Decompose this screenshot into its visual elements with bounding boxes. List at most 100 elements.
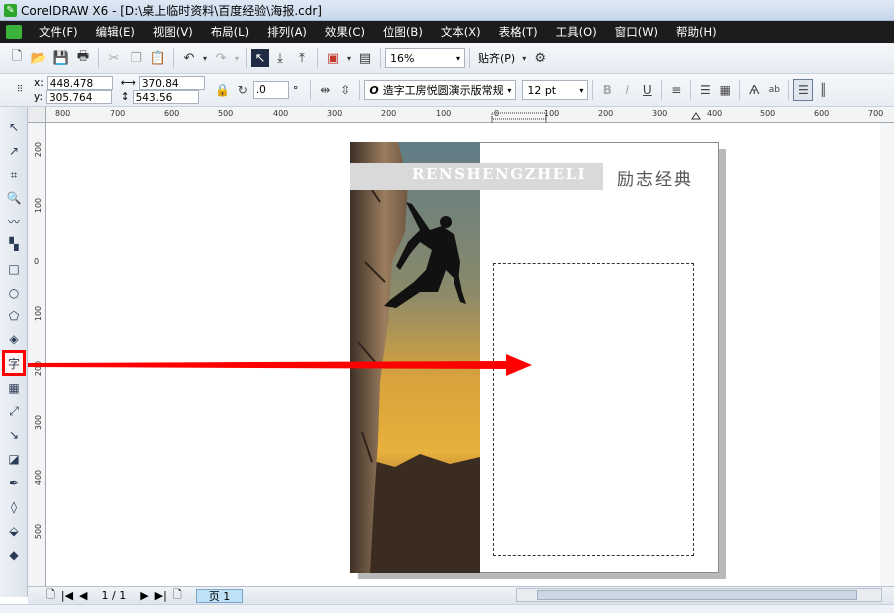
paragraph-text-frame[interactable] xyxy=(493,263,694,556)
scrollbar-thumb[interactable] xyxy=(537,590,857,600)
cut-icon[interactable]: ✂ xyxy=(103,47,125,69)
bullet-list-icon[interactable]: ☰ xyxy=(695,79,715,101)
snap-to-menu[interactable]: 贴齐(P) xyxy=(474,50,519,66)
menu-window[interactable]: 窗口(W) xyxy=(606,24,667,40)
publish-pdf-icon[interactable]: ▣ xyxy=(322,47,344,69)
connector-tool-icon[interactable]: ↘ xyxy=(4,425,24,445)
blend-tool-icon[interactable]: ◪ xyxy=(4,449,24,469)
menu-table[interactable]: 表格(T) xyxy=(490,24,547,40)
polygon-tool-icon[interactable]: ⬠ xyxy=(4,306,24,326)
menu-text[interactable]: 文本(X) xyxy=(432,24,490,40)
rotation-field[interactable]: .0 xyxy=(252,81,289,99)
basic-shapes-icon[interactable]: ◈ xyxy=(4,329,24,349)
welcome-screen-icon[interactable]: ▤ xyxy=(354,47,376,69)
toolbar-divider xyxy=(317,48,318,68)
snap-dropdown-icon[interactable]: ▾ xyxy=(519,47,529,69)
menu-bitmaps[interactable]: 位图(B) xyxy=(374,24,432,40)
width-field[interactable]: 370.84 mm xyxy=(138,76,205,104)
search-content-icon[interactable]: ↖ xyxy=(251,49,269,67)
drop-cap-icon[interactable]: ▦ xyxy=(715,79,735,101)
select-tool-icon[interactable]: ↖ xyxy=(4,117,24,137)
bold-icon[interactable]: B xyxy=(597,79,617,101)
redo-icon[interactable]: ↷ xyxy=(210,47,232,69)
add-page-icon[interactable]: 🗋 xyxy=(173,586,182,605)
zoom-level-value: 16% xyxy=(390,51,415,65)
edit-text-icon[interactable]: ab xyxy=(764,79,784,101)
copy-icon[interactable]: ❐ xyxy=(125,47,147,69)
first-page-icon[interactable]: |◀ xyxy=(61,589,73,602)
page-tab[interactable]: 页 1 xyxy=(195,588,244,603)
ruler-indent-marker[interactable] xyxy=(691,112,701,120)
underline-icon[interactable]: U xyxy=(637,79,657,101)
y-position-field[interactable]: 305.764 mm xyxy=(46,90,112,118)
interactive-fill-icon[interactable]: ◆ xyxy=(4,545,24,565)
menu-edit[interactable]: 编辑(E) xyxy=(87,24,144,40)
menu-arrange[interactable]: 排列(A) xyxy=(258,24,316,40)
rotation-icon[interactable]: ↻ xyxy=(233,79,253,101)
height-field[interactable]: 543.56 mm xyxy=(132,90,199,118)
horizontal-text-icon[interactable]: ☰ xyxy=(793,79,814,101)
shape-tool-icon[interactable]: ↗ xyxy=(4,141,24,161)
toolbar-divider xyxy=(246,48,247,68)
undo-icon[interactable]: ↶ xyxy=(178,47,200,69)
menu-tools[interactable]: 工具(O) xyxy=(547,24,606,40)
font-size-select[interactable]: 12 pt ▾ xyxy=(522,80,589,100)
redo-dropdown-icon[interactable]: ▾ xyxy=(232,47,242,69)
lock-ratio-icon[interactable]: 🔒 xyxy=(213,79,233,101)
zoom-tool-icon[interactable]: 🔍 xyxy=(4,188,24,208)
export-icon[interactable]: ⤒ xyxy=(291,47,313,69)
print-icon[interactable]: 🖶 xyxy=(72,47,94,69)
outline-tool-icon[interactable]: ◊ xyxy=(4,497,24,517)
options-icon[interactable]: ⚙ xyxy=(529,47,551,69)
page-options-icon[interactable]: 🗋 xyxy=(46,586,55,605)
menu-effects[interactable]: 效果(C) xyxy=(316,24,374,40)
paste-icon[interactable]: 📋 xyxy=(147,47,169,69)
ruler-label: 100 xyxy=(34,305,44,322)
vertical-scrollbar[interactable] xyxy=(880,123,894,586)
banner-text[interactable]: RENSHENGZHELI xyxy=(412,165,586,183)
zoom-level-select[interactable]: 16% ▾ xyxy=(385,48,465,68)
ellipse-tool-icon[interactable]: ○ xyxy=(4,283,24,303)
previous-page-icon[interactable]: ◀ xyxy=(79,589,87,602)
ruler-label: 0 xyxy=(34,257,40,266)
italic-icon[interactable]: I xyxy=(617,79,637,101)
text-align-icon[interactable]: ≡ xyxy=(666,79,686,101)
text-properties-icon[interactable]: Ѧ xyxy=(744,79,764,101)
menu-view[interactable]: 视图(V) xyxy=(144,24,202,40)
slogan-text[interactable]: 励志经典 xyxy=(617,165,693,190)
menu-logo-icon[interactable] xyxy=(6,25,22,39)
menu-file[interactable]: 文件(F) xyxy=(30,24,87,40)
mirror-vertical-icon[interactable]: ⇳ xyxy=(335,79,355,101)
horizontal-ruler[interactable]: 800 700 600 500 400 300 200 100 0 100 20… xyxy=(46,107,894,123)
last-page-icon[interactable]: ▶| xyxy=(155,589,167,602)
table-tool-icon[interactable]: ▦ xyxy=(4,378,24,398)
smart-fill-icon[interactable]: ▚ xyxy=(4,234,24,254)
x-position-field[interactable]: 448.478 mm xyxy=(46,76,113,104)
publish-dropdown-icon[interactable]: ▾ xyxy=(344,47,354,69)
fill-tool-icon[interactable]: ⬙ xyxy=(4,521,24,541)
new-document-icon[interactable]: 🗋 xyxy=(6,47,28,69)
horizontal-scrollbar[interactable] xyxy=(516,588,882,602)
menu-help[interactable]: 帮助(H) xyxy=(667,24,726,40)
rectangle-tool-icon[interactable]: □ xyxy=(4,259,24,279)
toolbar-divider xyxy=(380,48,381,68)
save-icon[interactable]: 💾 xyxy=(50,47,72,69)
font-list-select[interactable]: O 造字工房悦圆演示版常规 ▾ xyxy=(364,80,517,100)
undo-dropdown-icon[interactable]: ▾ xyxy=(200,47,210,69)
font-type-icon: O xyxy=(369,83,379,97)
eyedropper-tool-icon[interactable]: ✒ xyxy=(4,473,24,493)
text-tool-icon[interactable]: 字 xyxy=(2,350,26,376)
coreldraw-app-icon: ✎ xyxy=(4,3,17,17)
import-icon[interactable]: ⤓ xyxy=(269,47,291,69)
toolbar-divider xyxy=(592,80,594,100)
dimension-tool-icon[interactable]: ⤢ xyxy=(4,401,24,421)
ruler-origin[interactable] xyxy=(28,107,46,123)
object-origin-icon[interactable]: ⠿ xyxy=(10,79,30,101)
next-page-icon[interactable]: ▶ xyxy=(140,589,148,602)
freehand-tool-icon[interactable]: 〰 xyxy=(4,211,24,231)
menu-layout[interactable]: 布局(L) xyxy=(202,24,258,40)
crop-tool-icon[interactable]: ⌗ xyxy=(4,165,24,185)
mirror-horizontal-icon[interactable]: ⇹ xyxy=(315,79,335,101)
vertical-text-icon[interactable]: ║ xyxy=(813,79,833,101)
open-folder-icon[interactable]: 📂 xyxy=(28,47,50,69)
